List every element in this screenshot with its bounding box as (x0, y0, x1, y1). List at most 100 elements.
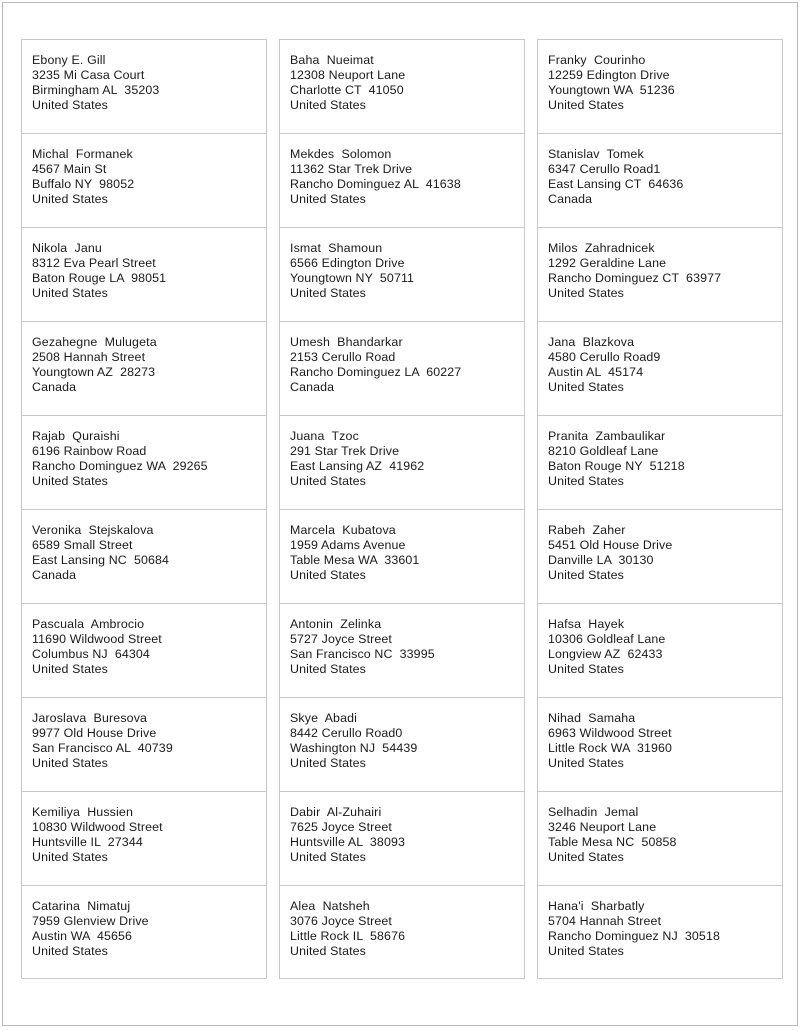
recipient-name: Rajab Quraishi (32, 429, 120, 443)
city-state-zip: Youngtown WA 51236 (548, 82, 675, 97)
street-address: 5727 Joyce Street (290, 631, 392, 646)
city-state-zip: Huntsville AL 38093 (290, 834, 405, 849)
city-state-zip: Youngtown NY 50711 (290, 270, 415, 285)
address-label[interactable]: Rabeh Zaher 5451 Old House Drive Danvill… (537, 509, 783, 603)
address-label[interactable]: Jaroslava Buresova 9977 Old House Drive … (21, 697, 267, 791)
address-label[interactable]: Umesh Bhandarkar 2153 Cerullo Road Ranch… (279, 321, 525, 415)
address-label[interactable]: Baha Nueimat 12308 Neuport Lane Charlott… (279, 39, 525, 133)
country: United States (548, 661, 624, 676)
country: United States (32, 285, 108, 300)
address-label[interactable]: Stanislav Tomek 6347 Cerullo Road1 East … (537, 133, 783, 227)
address-label[interactable]: Rajab Quraishi 6196 Rainbow Road Rancho … (21, 415, 267, 509)
city-state-zip: Little Rock IL 58676 (290, 928, 406, 943)
label-column-2: Baha Nueimat 12308 Neuport Lane Charlott… (279, 39, 525, 979)
street-address: 3246 Neuport Lane (548, 819, 657, 834)
recipient-name: Juana Tzoc (290, 429, 359, 443)
country: United States (290, 473, 366, 488)
city-state-zip: East Lansing CT 64636 (548, 176, 684, 191)
country: United States (548, 379, 624, 394)
address-label[interactable]: Nihad Samaha 6963 Wildwood Street Little… (537, 697, 783, 791)
address-label[interactable]: Marcela Kubatova 1959 Adams Avenue Table… (279, 509, 525, 603)
recipient-name: Kemiliya Hussien (32, 805, 134, 819)
street-address: 3235 Mi Casa Court (32, 67, 145, 82)
address-label[interactable]: Alea Natsheh 3076 Joyce Street Little Ro… (279, 885, 525, 979)
recipient-name: Alea Natsheh (290, 899, 370, 913)
city-state-zip: San Francisco NC 33995 (290, 646, 435, 661)
street-address: 291 Star Trek Drive (290, 443, 400, 458)
city-state-zip: San Francisco AL 40739 (32, 740, 173, 755)
city-state-zip: Rancho Dominguez CT 63977 (548, 270, 722, 285)
city-state-zip: Rancho Dominguez LA 60227 (290, 364, 462, 379)
country: Canada (548, 191, 593, 206)
address-label[interactable]: Skye Abadi 8442 Cerullo Road0 Washington… (279, 697, 525, 791)
city-state-zip: Little Rock WA 31960 (548, 740, 673, 755)
country: United States (290, 943, 366, 958)
country: United States (548, 567, 624, 582)
address-label[interactable]: Ebony E. Gill 3235 Mi Casa Court Birming… (21, 39, 267, 133)
country: United States (290, 849, 366, 864)
recipient-name: Mekdes Solomon (290, 147, 392, 161)
recipient-name: Nikola Janu (32, 241, 102, 255)
address-label[interactable]: Franky Courinho 12259 Edington Drive You… (537, 39, 783, 133)
city-state-zip: Rancho Dominguez AL 41638 (290, 176, 461, 191)
address-label[interactable]: Jana Blazkova 4580 Cerullo Road9 Austin … (537, 321, 783, 415)
address-label[interactable]: Nikola Janu 8312 Eva Pearl Street Baton … (21, 227, 267, 321)
address-label[interactable]: Milos Zahradnicek 1292 Geraldine Lane Ra… (537, 227, 783, 321)
street-address: 2508 Hannah Street (32, 349, 146, 364)
address-label[interactable]: Juana Tzoc 291 Star Trek Drive East Lans… (279, 415, 525, 509)
recipient-name: Rabeh Zaher (548, 523, 626, 537)
address-label[interactable]: Pranita Zambaulikar 8210 Goldleaf Lane B… (537, 415, 783, 509)
city-state-zip: Birmingham AL 35203 (32, 82, 160, 97)
country: United States (32, 473, 108, 488)
address-label[interactable]: Kemiliya Hussien 10830 Wildwood Street H… (21, 791, 267, 885)
recipient-name: Hana'i Sharbatly (548, 899, 645, 913)
recipient-name: Franky Courinho (548, 53, 646, 67)
recipient-name: Stanislav Tomek (548, 147, 644, 161)
street-address: 6566 Edington Drive (290, 255, 405, 270)
country: United States (548, 755, 624, 770)
country: United States (290, 567, 366, 582)
address-label[interactable]: Michal Formanek 4567 Main St Buffalo NY … (21, 133, 267, 227)
address-label[interactable]: Dabir Al-Zuhairi 7625 Joyce Street Hunts… (279, 791, 525, 885)
label-column-3: Franky Courinho 12259 Edington Drive You… (537, 39, 783, 979)
country: United States (32, 849, 108, 864)
city-state-zip: Baton Rouge LA 98051 (32, 270, 167, 285)
address-label[interactable]: Hana'i Sharbatly 5704 Hannah Street Ranc… (537, 885, 783, 979)
recipient-name: Jana Blazkova (548, 335, 635, 349)
address-label[interactable]: Ismat Shamoun 6566 Edington Drive Youngt… (279, 227, 525, 321)
recipient-name: Skye Abadi (290, 711, 358, 725)
country: United States (290, 285, 366, 300)
address-label[interactable]: Selhadin Jemal 3246 Neuport Lane Table M… (537, 791, 783, 885)
city-state-zip: Table Mesa NC 50858 (548, 834, 677, 849)
address-label[interactable]: Hafsa Hayek 10306 Goldleaf Lane Longview… (537, 603, 783, 697)
street-address: 5704 Hannah Street (548, 913, 662, 928)
street-address: 10830 Wildwood Street (32, 819, 163, 834)
street-address: 8442 Cerullo Road0 (290, 725, 403, 740)
city-state-zip: East Lansing NC 50684 (32, 552, 170, 567)
address-label[interactable]: Antonin Zelinka 5727 Joyce Street San Fr… (279, 603, 525, 697)
recipient-name: Marcela Kubatova (290, 523, 396, 537)
address-label[interactable]: Gezahegne Mulugeta 2508 Hannah Street Yo… (21, 321, 267, 415)
address-label[interactable]: Veronika Stejskalova 6589 Small Street E… (21, 509, 267, 603)
city-state-zip: East Lansing AZ 41962 (290, 458, 425, 473)
address-label[interactable]: Catarina Nimatuj 7959 Glenview Drive Aus… (21, 885, 267, 979)
label-grid: Ebony E. Gill 3235 Mi Casa Court Birming… (21, 39, 783, 979)
recipient-name: Pascuala Ambrocio (32, 617, 145, 631)
street-address: 9977 Old House Drive (32, 725, 157, 740)
recipient-name: Pranita Zambaulikar (548, 429, 666, 443)
city-state-zip: Buffalo NY 98052 (32, 176, 135, 191)
city-state-zip: Washington NJ 54439 (290, 740, 418, 755)
recipient-name: Ebony E. Gill (32, 53, 106, 67)
country: Canada (290, 379, 335, 394)
country: United States (290, 755, 366, 770)
address-label[interactable]: Pascuala Ambrocio 11690 Wildwood Street … (21, 603, 267, 697)
recipient-name: Jaroslava Buresova (32, 711, 148, 725)
street-address: 7959 Glenview Drive (32, 913, 149, 928)
street-address: 6963 Wildwood Street (548, 725, 672, 740)
street-address: 10306 Goldleaf Lane (548, 631, 666, 646)
street-address: 1292 Geraldine Lane (548, 255, 667, 270)
city-state-zip: Charlotte CT 41050 (290, 82, 404, 97)
address-label[interactable]: Mekdes Solomon 11362 Star Trek Drive Ran… (279, 133, 525, 227)
street-address: 4580 Cerullo Road9 (548, 349, 661, 364)
country: United States (548, 97, 624, 112)
